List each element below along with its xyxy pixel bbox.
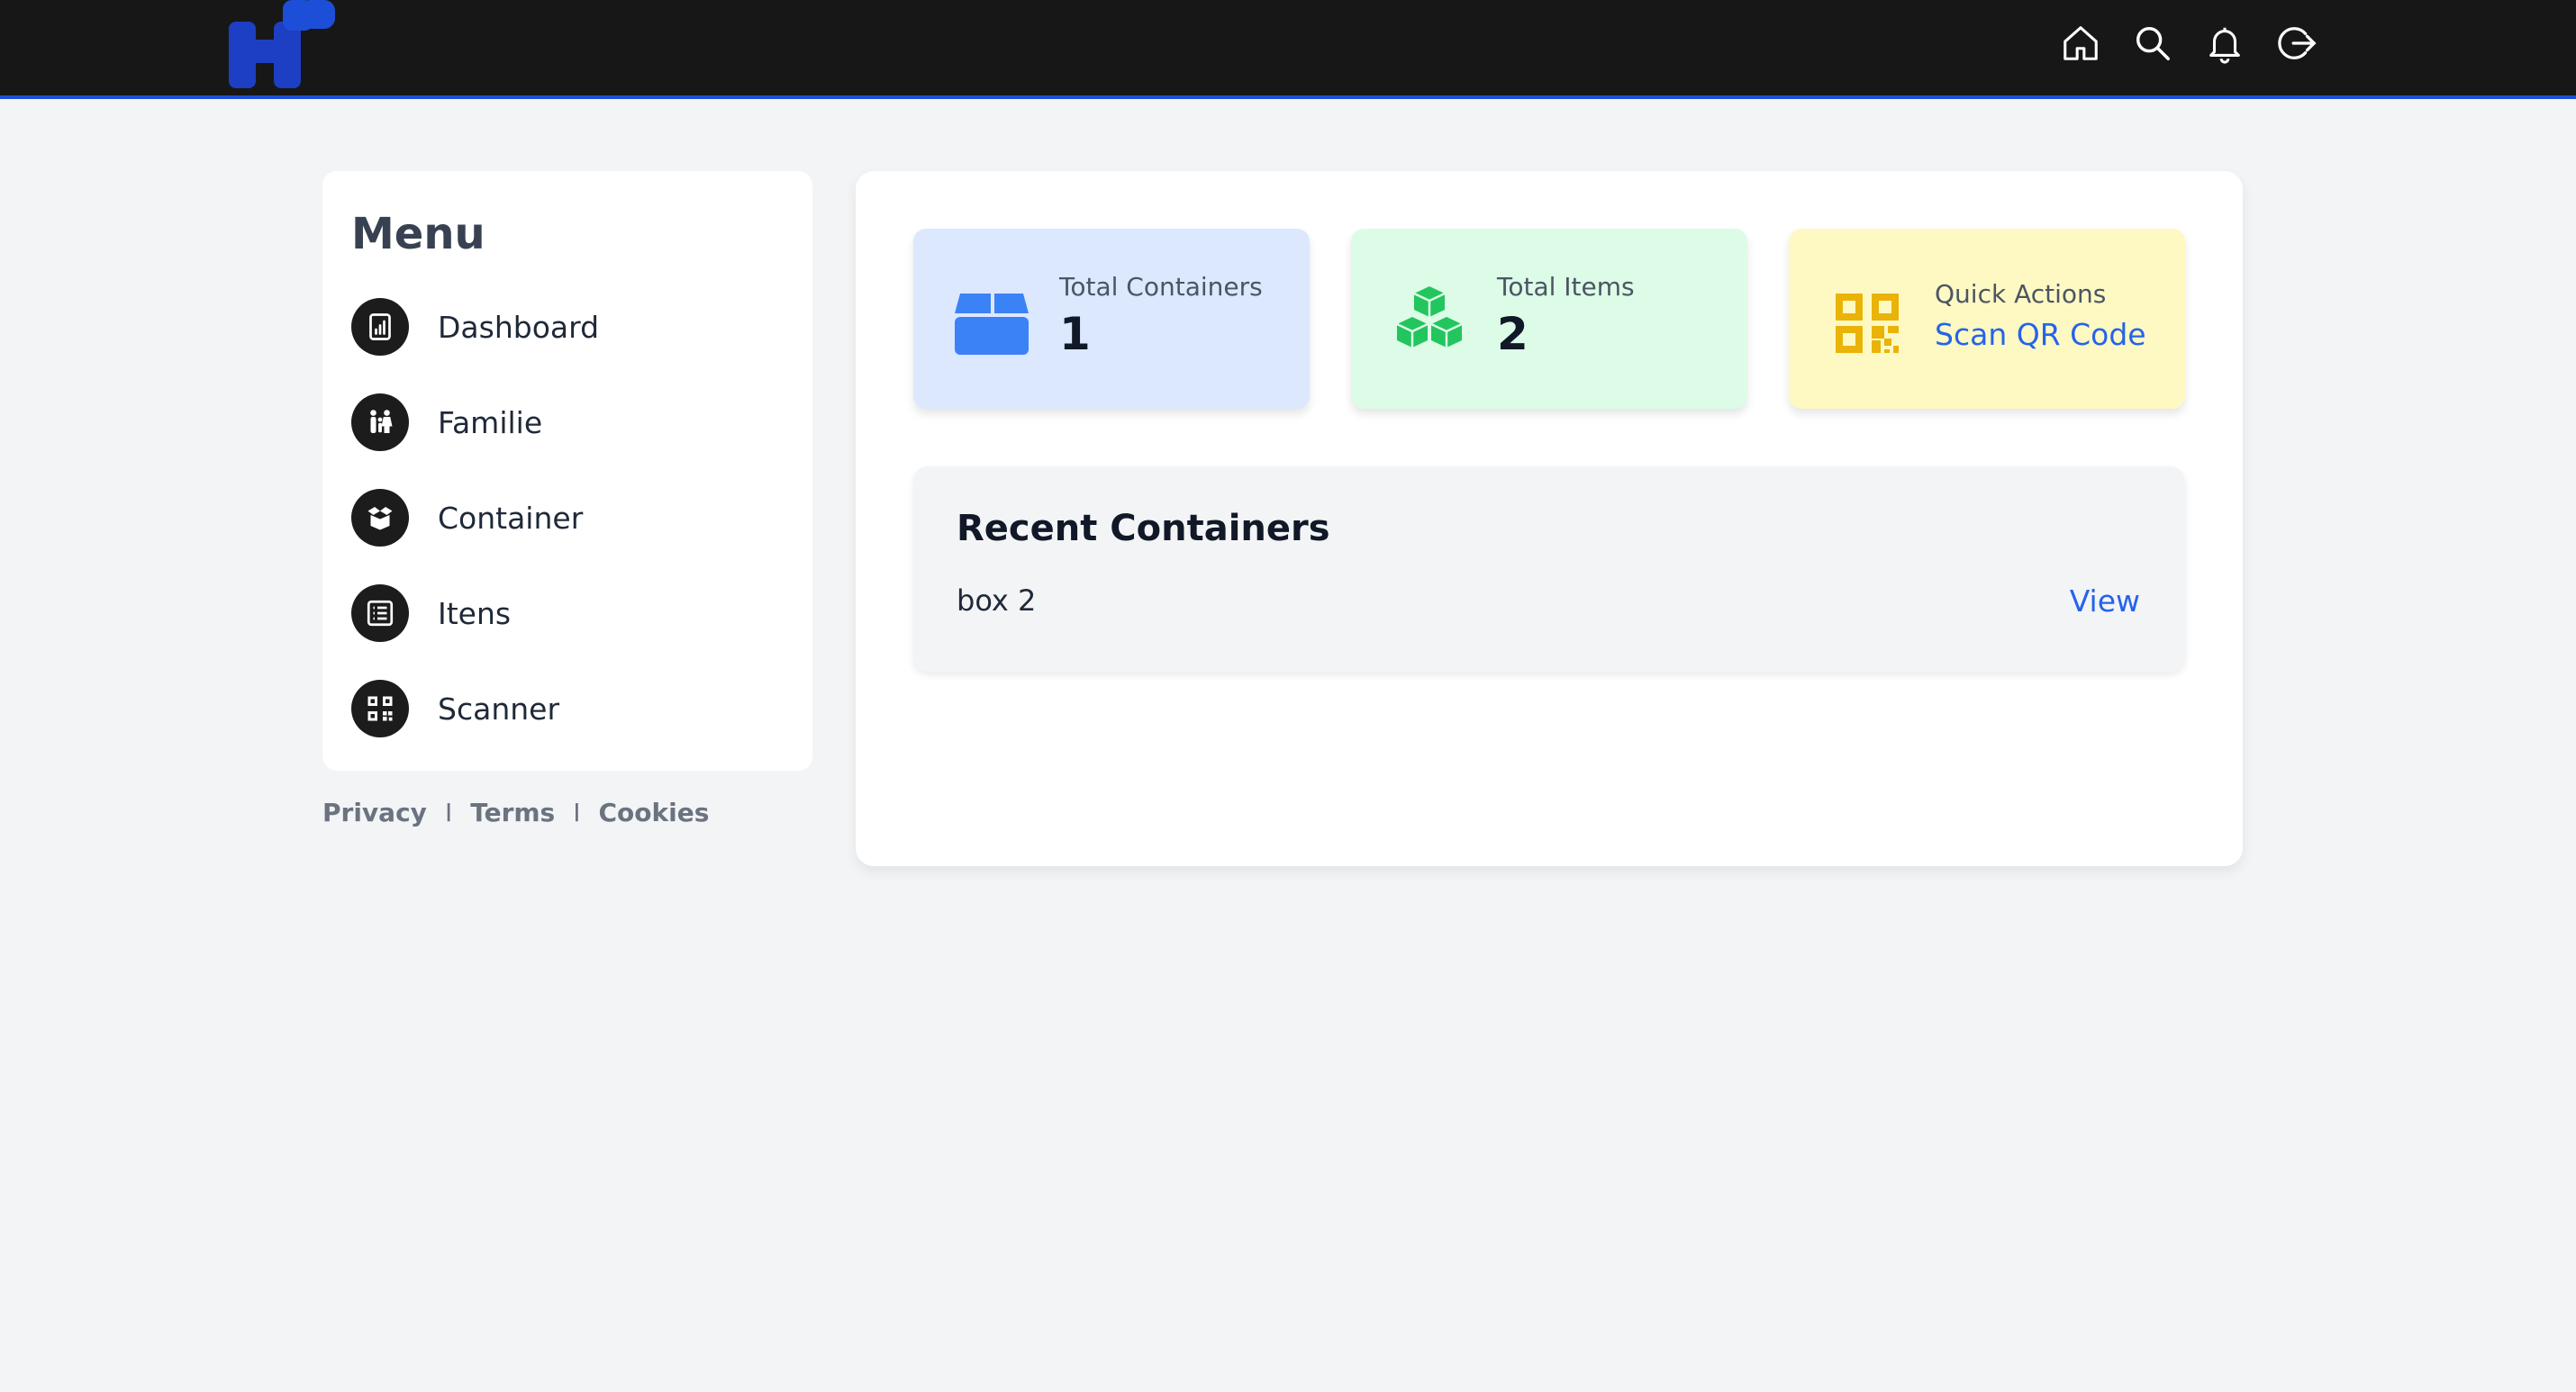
terms-link[interactable]: Terms [470,798,555,827]
cookies-link[interactable]: Cookies [599,798,710,827]
home-icon[interactable] [2059,20,2102,67]
quick-actions-card: Quick Actions Scan QR Code [1789,229,2185,409]
stat-value: 2 [1497,308,1528,360]
menu-title: Menu [351,209,485,259]
cubes-icon [1396,286,1463,348]
sidebar-item-scanner[interactable]: Scanner [351,661,784,756]
qr-code-icon [351,680,409,737]
total-containers-card[interactable]: Total Containers 1 [913,229,1310,409]
box-icon [955,294,1029,355]
sidebar-item-label: Familie [438,404,543,440]
sidebar-item-label: Itens [438,595,512,631]
view-container-link[interactable]: View [2070,583,2140,619]
recent-containers-card: Recent Containers box 2 View [913,466,2185,672]
qr-code-icon [1836,294,1899,353]
sidebar-item-dashboard[interactable]: Dashboard [351,279,784,375]
sidebar-item-label: Scanner [438,691,560,727]
footer-separator: I [444,798,453,827]
privacy-link[interactable]: Privacy [322,798,427,827]
stat-label: Quick Actions [1935,279,2107,309]
top-navbar [0,0,2576,99]
sidebar-item-label: Container [438,500,584,536]
container-name: box 2 [957,583,1037,618]
stat-label: Total Items [1497,272,1635,302]
app-logo[interactable] [227,0,339,88]
logout-icon[interactable] [2275,20,2318,67]
bell-icon[interactable] [2203,20,2246,67]
stat-value: 1 [1059,308,1091,360]
sidebar-item-familie[interactable]: Familie [351,375,784,470]
sidebar-item-label: Dashboard [438,309,600,345]
recent-containers-title: Recent Containers [957,508,1330,549]
footer-links: Privacy I Terms I Cookies [322,798,709,827]
scan-qr-code-link[interactable]: Scan QR Code [1935,317,2146,352]
list-icon [351,584,409,642]
dashboard-panel: Total Containers 1 Total Items 2 Quick A… [856,171,2243,866]
total-items-card[interactable]: Total Items 2 [1351,229,1747,409]
family-icon [351,393,409,451]
footer-separator: I [573,798,581,827]
stat-label: Total Containers [1059,272,1263,302]
sidebar-item-container[interactable]: Container [351,470,784,565]
search-icon[interactable] [2131,20,2174,67]
sidebar-menu: Menu Dashboard Familie Container Itens S… [322,171,812,771]
container-box-icon [351,489,409,547]
sidebar-item-itens[interactable]: Itens [351,565,784,661]
dashboard-icon [351,298,409,356]
